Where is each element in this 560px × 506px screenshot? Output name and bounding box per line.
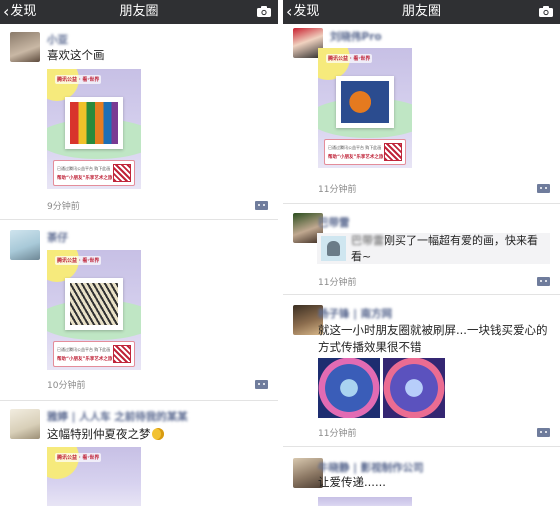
post-text: 就这一小时朋友圈就被刷屏...一块钱买爱心的方式传播效果很不错 xyxy=(318,323,548,354)
qr-code xyxy=(113,164,131,182)
poster-image[interactable]: 腾讯公益 · 看·世界 已通过腾讯公益平台 购下此画 帮助“小朋友”乐享艺术之旅 xyxy=(318,48,412,168)
page-title: 朋友圈 xyxy=(401,4,441,19)
post-author[interactable]: 雅婷 | 人人车 之前待我的某某 xyxy=(47,409,188,424)
post-text: 喜欢这个画 xyxy=(47,48,105,62)
post-time: 11分钟前 xyxy=(318,429,357,439)
post-time: 11分钟前 xyxy=(318,185,357,195)
page-title: 朋友圈 xyxy=(119,4,159,19)
moment-post: 巴带雷 巴带雷刚买了一幅超有爱的画，快来看看~ 11分钟前 xyxy=(283,204,560,294)
share-text: 巴带雷刚买了一幅超有爱的画，快来看看~ xyxy=(351,233,544,265)
post-time: 10分钟前 xyxy=(47,381,86,391)
camera-icon[interactable] xyxy=(538,5,554,18)
avatar[interactable] xyxy=(10,32,40,62)
moment-post: 刘晓伟Pro 腾讯公益 · 看·世界 已通过腾讯公益平台 购下此画 帮助“小朋友… xyxy=(283,24,560,204)
poster-sun xyxy=(47,447,79,479)
post-author[interactable]: 茶仔 xyxy=(47,230,68,245)
moment-post: 雅婷 | 人人车 之前待我的某某 这幅特别仲夏夜之梦 腾讯公益 · 看·世界 xyxy=(0,401,278,506)
moon-emoji-icon xyxy=(151,428,164,440)
poster-logo: 腾讯公益 · 看·世界 xyxy=(55,75,102,84)
qr-code xyxy=(113,345,131,363)
comment-more-icon[interactable] xyxy=(537,428,550,437)
poster-card: 已通过腾讯公益平台 购下此画 帮助“小朋友”乐享艺术之旅 xyxy=(53,341,135,367)
poster-logo: 腾讯公益 · 看·世界 xyxy=(55,453,102,462)
shared-link-card[interactable]: 巴带雷刚买了一幅超有爱的画，快来看看~ xyxy=(317,233,550,264)
moment-post: 小亚 喜欢这个画 腾讯公益 · 看·世界 已通过腾讯公益平台 购下此画 帮助“小… xyxy=(0,24,278,220)
post-author[interactable]: 杨子锋 | 南方网 xyxy=(318,306,392,321)
poster-card-line2: 帮助“小朋友”乐享艺术之旅 xyxy=(328,155,384,160)
comment-more-icon[interactable] xyxy=(255,201,268,210)
moments-feed-left: ‹ 发现 朋友圈 小亚 喜欢这个画 腾讯公益 · 看·世界 已通过腾讯公益平台 … xyxy=(0,0,278,506)
avatar[interactable] xyxy=(10,230,40,260)
post-text: 让爱传递...... xyxy=(318,475,386,489)
painting-frame xyxy=(336,76,394,128)
poster-image[interactable] xyxy=(318,497,412,506)
poster-card: 已通过腾讯公益平台 购下此画 帮助“小朋友”乐享艺术之旅 xyxy=(324,139,406,165)
moment-post: 杨子锋 | 南方网 就这一小时朋友圈就被刷屏...一块钱买爱心的方式传播效果很不… xyxy=(283,295,560,445)
poster-logo: 腾讯公益 · 看·世界 xyxy=(326,54,373,63)
comment-more-icon[interactable] xyxy=(255,380,268,389)
painting-frame xyxy=(65,97,123,149)
painting xyxy=(341,81,389,123)
share-blurred-name: 巴带雷 xyxy=(351,234,384,247)
post-author[interactable]: 牛晓静 | 影视制作公司 xyxy=(318,460,424,475)
poster-card-line2: 帮助“小朋友”乐享艺术之旅 xyxy=(57,176,113,181)
poster-image[interactable]: 腾讯公益 · 看·世界 xyxy=(47,447,141,506)
camera-icon[interactable] xyxy=(256,5,272,18)
poster-image[interactable]: 腾讯公益 · 看·世界 已通过腾讯公益平台 购下此画 帮助“小朋友”乐享艺术之旅 xyxy=(47,69,141,189)
post-author[interactable]: 巴带雷 xyxy=(318,215,350,230)
comment-more-icon[interactable] xyxy=(537,184,550,193)
moment-post: 茶仔 腾讯公益 · 看·世界 已通过腾讯公益平台 购下此画 帮助“小朋友”乐享艺… xyxy=(0,220,278,402)
post-author[interactable]: 小亚 xyxy=(47,32,68,47)
comment-more-icon[interactable] xyxy=(537,277,550,286)
poster-card: 已通过腾讯公益平台 购下此画 帮助“小朋友”乐享艺术之旅 xyxy=(53,160,135,186)
poster-image[interactable]: 腾讯公益 · 看·世界 已通过腾讯公益平台 购下此画 帮助“小朋友”乐享艺术之旅 xyxy=(47,250,141,370)
share-thumbnail xyxy=(321,236,346,261)
post-text-body: 这幅特别仲夏夜之梦 xyxy=(47,427,151,441)
painting xyxy=(70,102,118,144)
nav-bar: ‹ 发现 朋友圈 xyxy=(283,0,560,24)
moments-feed-right: ‹ 发现 朋友圈 刘晓伟Pro 腾讯公益 · 看·世界 已通过腾讯公益平台 购下… xyxy=(283,0,560,506)
poster-card-line1: 已通过腾讯公益平台 购下此画 xyxy=(328,145,382,150)
post-time: 11分钟前 xyxy=(318,278,357,288)
qr-code xyxy=(384,143,402,161)
poster-logo: 腾讯公益 · 看·世界 xyxy=(55,256,102,265)
painting xyxy=(70,283,118,325)
post-text: 这幅特别仲夏夜之梦 xyxy=(47,426,164,443)
moment-post: 牛晓静 | 影视制作公司 让爱传递...... xyxy=(283,447,560,506)
poster-card-line2: 帮助“小朋友”乐享艺术之旅 xyxy=(57,357,113,362)
nav-bar: ‹ 发现 朋友圈 xyxy=(0,0,278,24)
post-author[interactable]: 刘晓伟Pro xyxy=(330,29,382,44)
post-image[interactable] xyxy=(383,358,445,418)
avatar[interactable] xyxy=(10,409,40,439)
poster-card-line1: 已通过腾讯公益平台 购下此画 xyxy=(57,347,111,352)
poster-card-line1: 已通过腾讯公益平台 购下此画 xyxy=(57,166,111,171)
painting-frame xyxy=(65,278,123,330)
post-time: 9分钟前 xyxy=(47,202,80,212)
post-image[interactable] xyxy=(318,358,380,418)
